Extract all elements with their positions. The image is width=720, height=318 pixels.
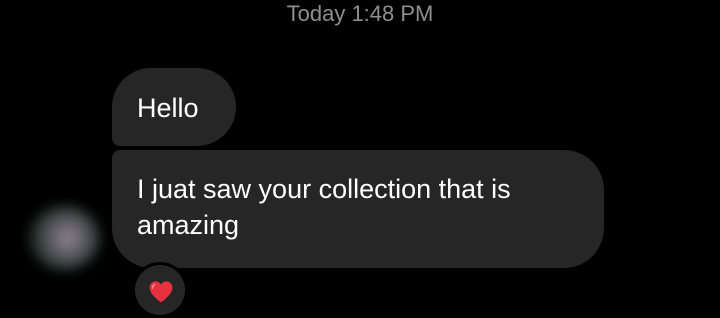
heart-icon xyxy=(149,281,173,303)
message-timestamp: Today 1:48 PM xyxy=(286,1,434,26)
sender-avatar[interactable] xyxy=(28,206,100,270)
message-bubble[interactable]: I juat saw your collection that is amazi… xyxy=(112,150,604,268)
chat-thread: Today 1:48 PM Hello I juat saw your coll… xyxy=(0,0,720,318)
message-bubble[interactable]: Hello xyxy=(112,68,236,146)
message-reaction[interactable] xyxy=(132,262,188,318)
